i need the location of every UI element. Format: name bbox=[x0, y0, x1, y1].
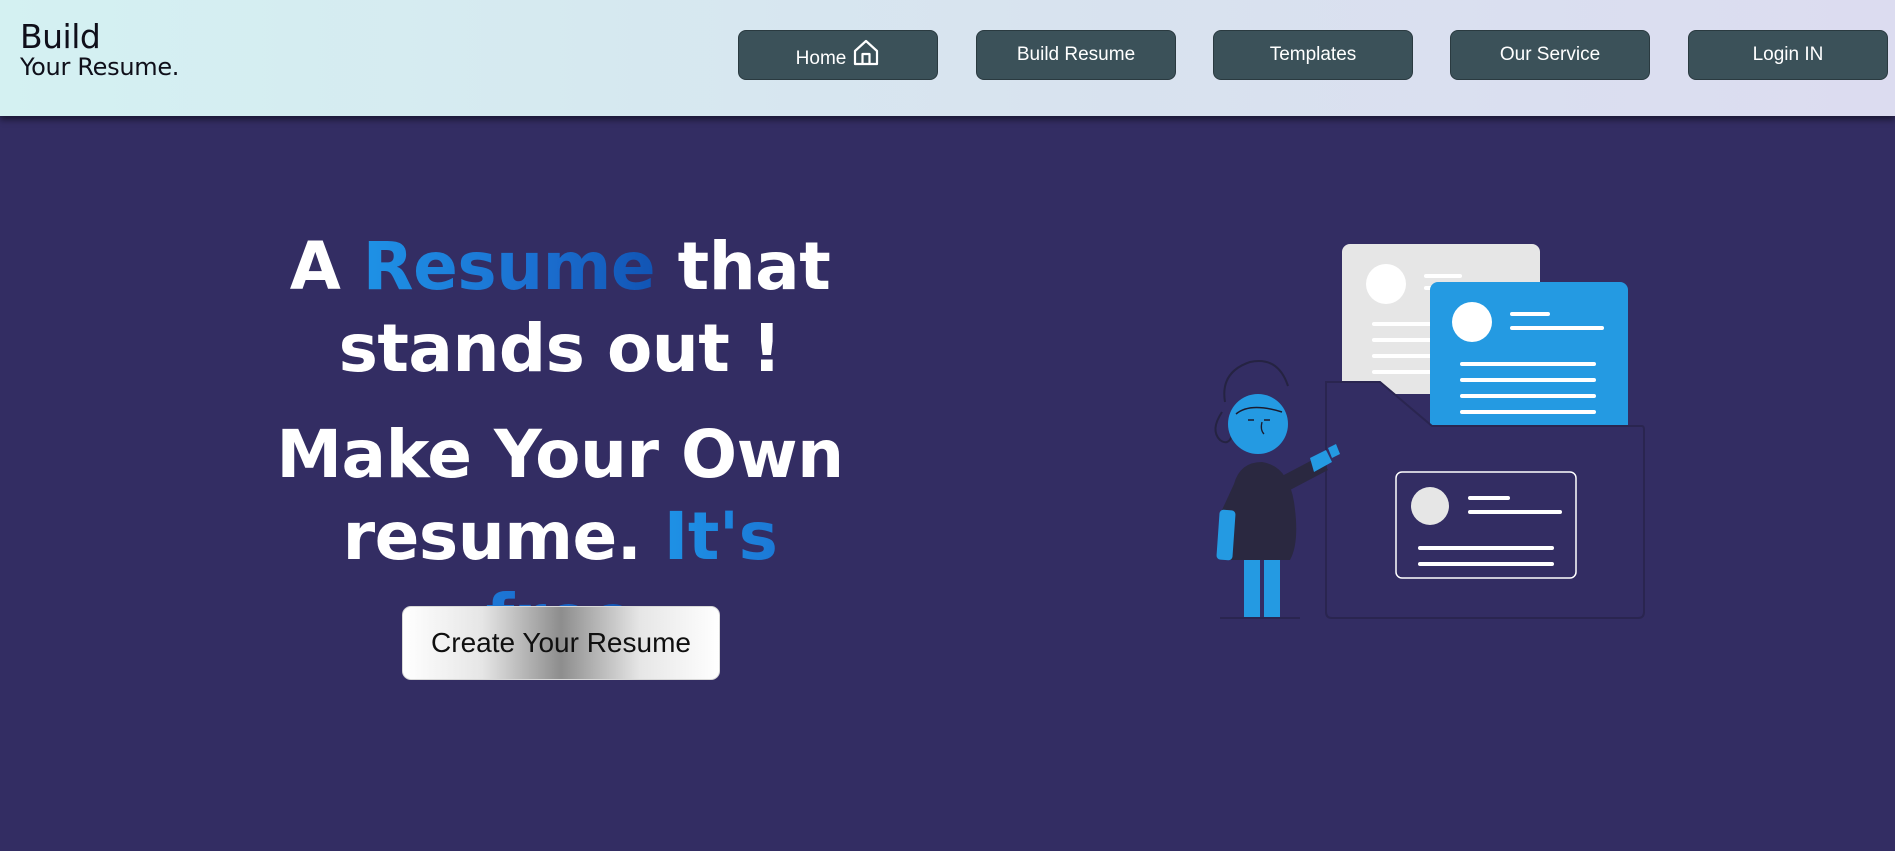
headline-suffix: that bbox=[655, 228, 831, 305]
logo-line-2: Your Resume. bbox=[20, 53, 180, 81]
nav-templates-button[interactable]: Templates bbox=[1213, 30, 1413, 80]
nav-our-service-button[interactable]: Our Service bbox=[1450, 30, 1650, 80]
headline-line-2: stands out ! bbox=[338, 310, 782, 387]
blue-resume-card bbox=[1430, 282, 1628, 442]
nav-login-button[interactable]: Login IN bbox=[1688, 30, 1888, 80]
resume-illustration bbox=[1214, 244, 1645, 619]
nav-home-label: Home bbox=[795, 48, 847, 69]
logo-line-1: Build bbox=[20, 17, 101, 56]
create-resume-button[interactable]: Create Your Resume bbox=[402, 606, 720, 680]
hero-headline: A Resume that stands out ! bbox=[260, 226, 860, 390]
subheadline-line-1: Make Your Own bbox=[276, 416, 844, 493]
nav-build-resume-button[interactable]: Build Resume bbox=[976, 30, 1176, 80]
hero-heading: A Resume that stands out ! Make Your Own… bbox=[260, 226, 860, 660]
logo[interactable]: Build Your Resume. bbox=[20, 20, 179, 79]
home-icon bbox=[854, 39, 879, 66]
headline-accent-resume: Resume bbox=[362, 228, 656, 305]
subheadline-prefix: resume. bbox=[342, 498, 664, 575]
navbar: Build Your Resume. Home Build Resume Tem… bbox=[0, 0, 1895, 116]
person-figure bbox=[1214, 360, 1340, 619]
headline-prefix: A bbox=[289, 228, 363, 305]
nav-home-button[interactable]: Home bbox=[738, 30, 938, 80]
